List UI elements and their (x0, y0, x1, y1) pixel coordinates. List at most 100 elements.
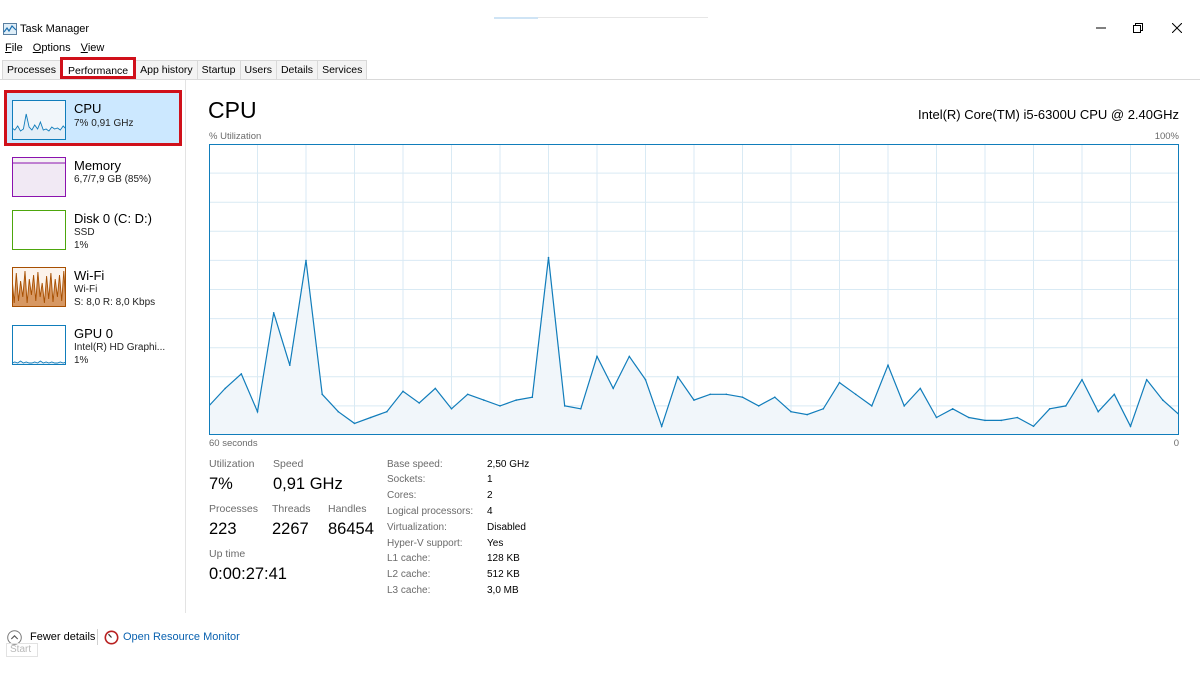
spec-value: 2,50 GHz (487, 459, 530, 470)
spec-value: 2 (487, 490, 493, 501)
cpu-data-point (272, 312, 275, 314)
open-resource-monitor-link[interactable]: Open Resource Monitor (123, 631, 240, 643)
cpu-data-point (1048, 408, 1051, 410)
spec-value: 4 (487, 506, 493, 517)
menu-file[interactable]: File (0, 41, 28, 57)
spec-label: Logical processors: (387, 506, 474, 517)
cpu-data-point (822, 408, 825, 410)
cpu-data-point (240, 373, 243, 375)
cpu-data-point (580, 408, 582, 410)
cpu-data-point (677, 376, 679, 378)
cpu-data-point (353, 422, 356, 425)
cpu-utilization-graph (209, 144, 1179, 435)
cpu-data-point (483, 399, 485, 401)
cpu-data-point (628, 355, 631, 358)
sidebar-item-gpu[interactable]: GPU 0 Intel(R) HD Graphi... 1% (4, 315, 182, 371)
cpu-data-point (903, 405, 905, 407)
x-axis-right-label: 0 (1173, 438, 1179, 449)
cpu-data-point (660, 425, 663, 428)
minimize-button[interactable] (1083, 14, 1119, 42)
cpu-data-point (369, 416, 372, 419)
tab-processes[interactable]: Processes (2, 60, 62, 79)
window-title: Task Manager (20, 23, 90, 35)
close-icon (1172, 23, 1182, 33)
tab-users[interactable]: Users (239, 60, 277, 79)
cpu-data-point (790, 410, 792, 413)
y-axis-max-label: 100% (1154, 131, 1179, 142)
resource-monitor-icon (104, 630, 119, 645)
x-axis-left-label: 60 seconds (209, 438, 258, 449)
minimize-icon (1096, 27, 1106, 29)
menu-bar: File Options View (0, 41, 109, 57)
restore-icon (1133, 23, 1143, 33)
spec-value: 1 (487, 474, 493, 485)
sidebar-item-memory[interactable]: Memory 6,7/7,9 GB (85%) (4, 147, 182, 203)
spec-label: Base speed: (387, 459, 443, 470)
sidebar-item-label: GPU 0 (74, 326, 114, 341)
cpu-data-point (693, 399, 695, 401)
menu-options[interactable]: Options (28, 41, 76, 57)
spec-label: Cores: (387, 490, 417, 501)
fewer-details-button[interactable]: Fewer details (30, 631, 95, 643)
sidebar-item-detail: 1% (74, 355, 89, 366)
utilization-label: Utilization (209, 458, 255, 470)
cpu-data-point (1032, 425, 1035, 428)
sidebar-item-label: Memory (74, 158, 121, 173)
spec-label: L2 cache: (387, 569, 431, 580)
cpu-data-point (725, 393, 728, 396)
spec-label: Sockets: (387, 474, 426, 485)
cpu-data-point (951, 408, 954, 410)
cpu-data-point (386, 410, 388, 413)
menu-view[interactable]: View (76, 41, 110, 57)
cpu-data-point (644, 378, 647, 381)
sidebar-item-detail: 7% 0,91 GHz (74, 118, 134, 129)
threads-label: Threads (272, 503, 311, 515)
tab-services[interactable]: Services (317, 60, 368, 79)
handles-label: Handles (328, 503, 367, 515)
cpu-data-point (887, 364, 889, 366)
start-button[interactable]: Start (6, 643, 38, 657)
cpu-thumbnail-graph (12, 100, 66, 140)
cpu-data-point (1016, 416, 1019, 419)
footer-bar: Fewer details Open Resource Monitor Star… (0, 625, 1200, 675)
tab-performance[interactable]: Performance (60, 57, 137, 79)
close-button[interactable] (1159, 14, 1195, 42)
cpu-data-point (1000, 419, 1002, 422)
processes-label: Processes (209, 503, 259, 515)
tab-details[interactable]: Details (275, 60, 319, 79)
cpu-data-point (968, 416, 970, 419)
cpu-data-point (741, 396, 744, 398)
sidebar-item-cpu[interactable]: CPU 7% 0,91 GHz (4, 90, 182, 146)
cpu-data-point (935, 416, 938, 419)
sidebar-item-disk[interactable]: Disk 0 (C: D:) SSD 1% (4, 200, 182, 256)
cpu-data-point (1097, 410, 1099, 413)
cpu-data-point (515, 399, 517, 401)
cpu-data-point (984, 419, 986, 422)
cpu-data-point (838, 381, 841, 384)
processes-value: 223 (209, 520, 237, 538)
restore-button[interactable] (1120, 14, 1156, 42)
spec-label: L3 cache: (387, 585, 431, 596)
cpu-data-point (1081, 378, 1083, 381)
title-bar[interactable]: Task Manager (0, 0, 1200, 40)
threads-value: 2267 (272, 520, 309, 538)
cpu-data-point (547, 256, 550, 259)
cpu-data-point (1065, 405, 1067, 407)
task-manager-icon (3, 23, 17, 35)
spec-value: 128 KB (487, 553, 520, 564)
sidebar-item-detail: SSD (74, 227, 95, 238)
footer-separator (97, 629, 98, 645)
cpu-data-point (919, 387, 922, 390)
sidebar-item-detail: Wi-Fi (74, 284, 98, 295)
cpu-data-point (1113, 393, 1116, 396)
utilization-value: 7% (209, 475, 233, 493)
sidebar-item-wifi[interactable]: Wi-Fi Wi-Fi S: 8,0 R: 8,0 Kbps (4, 257, 182, 313)
tab-app-history[interactable]: App history (135, 60, 198, 79)
tab-startup[interactable]: Startup (196, 60, 241, 79)
cpu-data-point (531, 396, 534, 398)
spec-value: Disabled (487, 522, 526, 533)
cpu-data-point (774, 396, 776, 398)
tab-strip: Processes Performance App history Startu… (2, 57, 368, 80)
cpu-data-point (224, 387, 226, 390)
cpu-data-point (321, 393, 323, 396)
